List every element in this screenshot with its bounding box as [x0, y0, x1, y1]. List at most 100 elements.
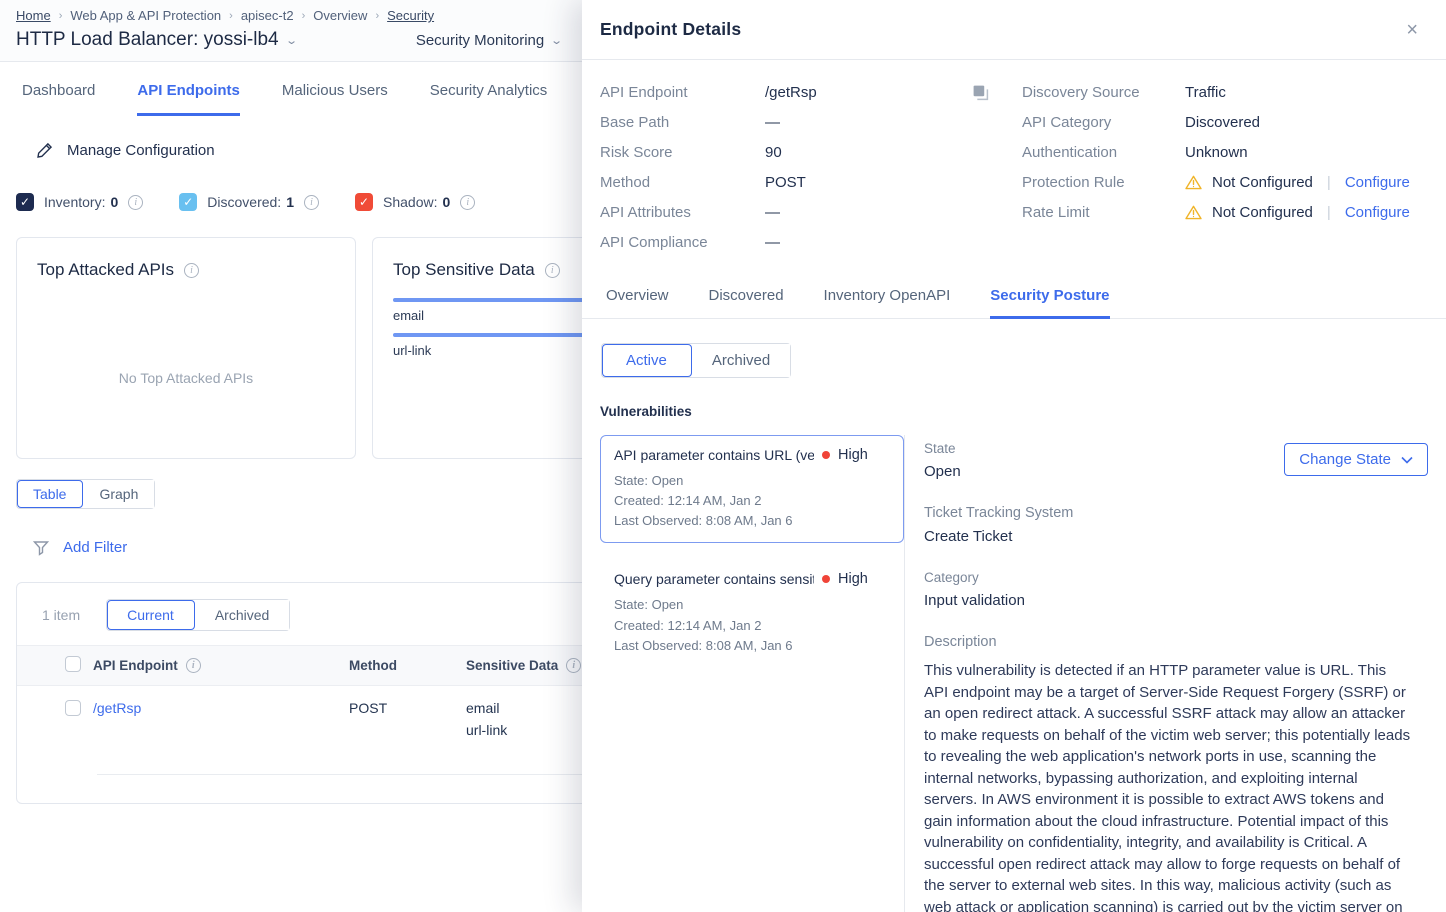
column-header-method[interactable]: Method	[349, 658, 397, 673]
column-header-endpoint[interactable]: API Endpoint	[93, 658, 178, 673]
detail-label: Discovery Source	[1022, 84, 1185, 101]
archived-button[interactable]: Archived	[692, 344, 790, 377]
funnel-icon	[33, 540, 49, 556]
active-button[interactable]: Active	[602, 344, 692, 377]
breadcrumb-separator: ›	[229, 10, 233, 22]
detail-label: Base Path	[600, 114, 765, 131]
info-icon[interactable]: i	[545, 263, 560, 278]
detail-value: Discovered	[1185, 114, 1260, 131]
panel-tab-overview[interactable]: Overview	[606, 287, 669, 318]
change-state-button[interactable]: Change State	[1284, 443, 1428, 476]
counter-discovered: ✓ Discovered: 1 i	[179, 193, 319, 211]
tab-api-endpoints[interactable]: API Endpoints	[137, 82, 240, 116]
graph-view-button[interactable]: Graph	[83, 480, 154, 508]
detail-value: —	[765, 204, 780, 221]
panel-tab-inventory-openapi[interactable]: Inventory OpenAPI	[824, 287, 951, 318]
warning-icon	[1185, 175, 1202, 190]
description-label: Description	[924, 634, 1428, 650]
tab-security-analytics[interactable]: Security Analytics	[430, 82, 548, 116]
breadcrumb-separator: ›	[302, 10, 306, 22]
add-filter-label: Add Filter	[63, 539, 127, 556]
vuln-state: State: Open	[614, 595, 890, 615]
current-button[interactable]: Current	[107, 600, 195, 630]
close-icon[interactable]: ×	[1406, 20, 1418, 40]
vulnerability-list: API parameter contains URL (ves-... High…	[582, 435, 904, 912]
vulnerability-card[interactable]: Query parameter contains sensiti... High…	[600, 559, 904, 667]
breadcrumb-overview[interactable]: Overview	[313, 8, 367, 23]
detail-label: Rate Limit	[1022, 204, 1185, 221]
info-icon[interactable]: i	[128, 195, 143, 210]
detail-value: Not Configured	[1212, 204, 1313, 221]
method-cell: POST	[349, 686, 466, 751]
table-view-button[interactable]: Table	[17, 480, 83, 508]
column-header-sensitive[interactable]: Sensitive Data	[466, 658, 558, 673]
warning-icon	[1185, 205, 1202, 220]
breadcrumb-home[interactable]: Home	[16, 8, 51, 23]
details-left-column: API Endpoint /getRsp Base Path— Risk Sco…	[600, 84, 1022, 251]
vuln-last-observed: Last Observed: 8:08 AM, Jan 6	[614, 511, 890, 531]
inventory-checkbox[interactable]: ✓	[16, 193, 34, 211]
detail-value: 90	[765, 144, 782, 161]
breadcrumb-security[interactable]: Security	[387, 8, 434, 23]
panel-tab-security-posture[interactable]: Security Posture	[990, 287, 1109, 319]
category-value: Input validation	[924, 592, 1428, 609]
endpoint-link[interactable]: /getRsp	[93, 700, 141, 716]
info-icon[interactable]: i	[566, 658, 581, 673]
detail-value: POST	[765, 174, 806, 191]
vulnerability-title: API parameter contains URL (ves-...	[614, 447, 814, 463]
panel-tab-discovered[interactable]: Discovered	[709, 287, 784, 318]
detail-label: Method	[600, 174, 765, 191]
row-checkbox[interactable]	[65, 700, 81, 716]
description-text: This vulnerability is detected if an HTT…	[924, 660, 1411, 912]
vuln-created: Created: 12:14 AM, Jan 2	[614, 616, 890, 636]
ticket-system-label: Ticket Tracking System	[924, 505, 1428, 521]
vulnerability-card[interactable]: API parameter contains URL (ves-... High…	[600, 435, 904, 543]
divider: |	[1327, 174, 1331, 191]
select-all-checkbox[interactable]	[65, 656, 81, 672]
shadow-checkbox[interactable]: ✓	[355, 193, 373, 211]
vulnerability-title: Query parameter contains sensiti...	[614, 571, 814, 587]
manage-configuration-label: Manage Configuration	[67, 142, 215, 159]
tab-dashboard[interactable]: Dashboard	[22, 82, 95, 116]
empty-state-message: No Top Attacked APIs	[17, 370, 355, 386]
configure-link[interactable]: Configure	[1345, 174, 1410, 191]
detail-label: API Compliance	[600, 234, 765, 251]
tab-malicious-users[interactable]: Malicious Users	[282, 82, 388, 116]
detail-value: Unknown	[1185, 144, 1248, 161]
chevron-down-icon[interactable]: ⌄	[285, 34, 298, 47]
counter-value: 1	[286, 194, 294, 210]
item-count: 1 item	[42, 607, 80, 623]
change-state-label: Change State	[1299, 451, 1391, 468]
severity-label: High	[838, 571, 868, 587]
counter-value: 0	[442, 194, 450, 210]
counter-value: 0	[110, 194, 118, 210]
current-archived-toggle: Current Archived	[106, 599, 290, 631]
info-icon[interactable]: i	[186, 658, 201, 673]
counter-inventory: ✓ Inventory: 0 i	[16, 193, 143, 211]
info-icon[interactable]: i	[460, 195, 475, 210]
counter-shadow: ✓ Shadow: 0 i	[355, 193, 475, 211]
chevron-down-icon[interactable]: ⌄	[550, 34, 563, 47]
monitoring-selector[interactable]: Security Monitoring	[416, 32, 544, 49]
vulnerability-meta: State: Open Created: 12:14 AM, Jan 2 Las…	[614, 471, 890, 531]
breadcrumb-namespace[interactable]: apisec-t2	[241, 8, 294, 23]
panel-title: Endpoint Details	[600, 19, 741, 40]
category-label: Category	[924, 570, 1428, 585]
archived-button[interactable]: Archived	[195, 600, 289, 630]
detail-value: Traffic	[1185, 84, 1226, 101]
page-title: HTTP Load Balancer: yossi-lb4	[16, 29, 279, 51]
top-attacked-apis-card: Top Attacked APIs i No Top Attacked APIs	[16, 237, 356, 459]
pencil-icon	[36, 142, 53, 159]
active-archived-toggle: Active Archived	[601, 343, 791, 378]
counter-label: Shadow:	[383, 194, 437, 210]
configure-link[interactable]: Configure	[1345, 204, 1410, 221]
create-ticket-link[interactable]: Create Ticket	[924, 528, 1428, 545]
info-icon[interactable]: i	[184, 263, 199, 278]
discovered-checkbox[interactable]: ✓	[179, 193, 197, 211]
copy-icon[interactable]	[972, 84, 989, 101]
detail-value: —	[765, 114, 780, 131]
panel-tabbar: Overview Discovered Inventory OpenAPI Se…	[582, 287, 1446, 319]
info-icon[interactable]: i	[304, 195, 319, 210]
breadcrumb-waap[interactable]: Web App & API Protection	[70, 8, 221, 23]
card-title: Top Sensitive Data	[393, 260, 535, 280]
